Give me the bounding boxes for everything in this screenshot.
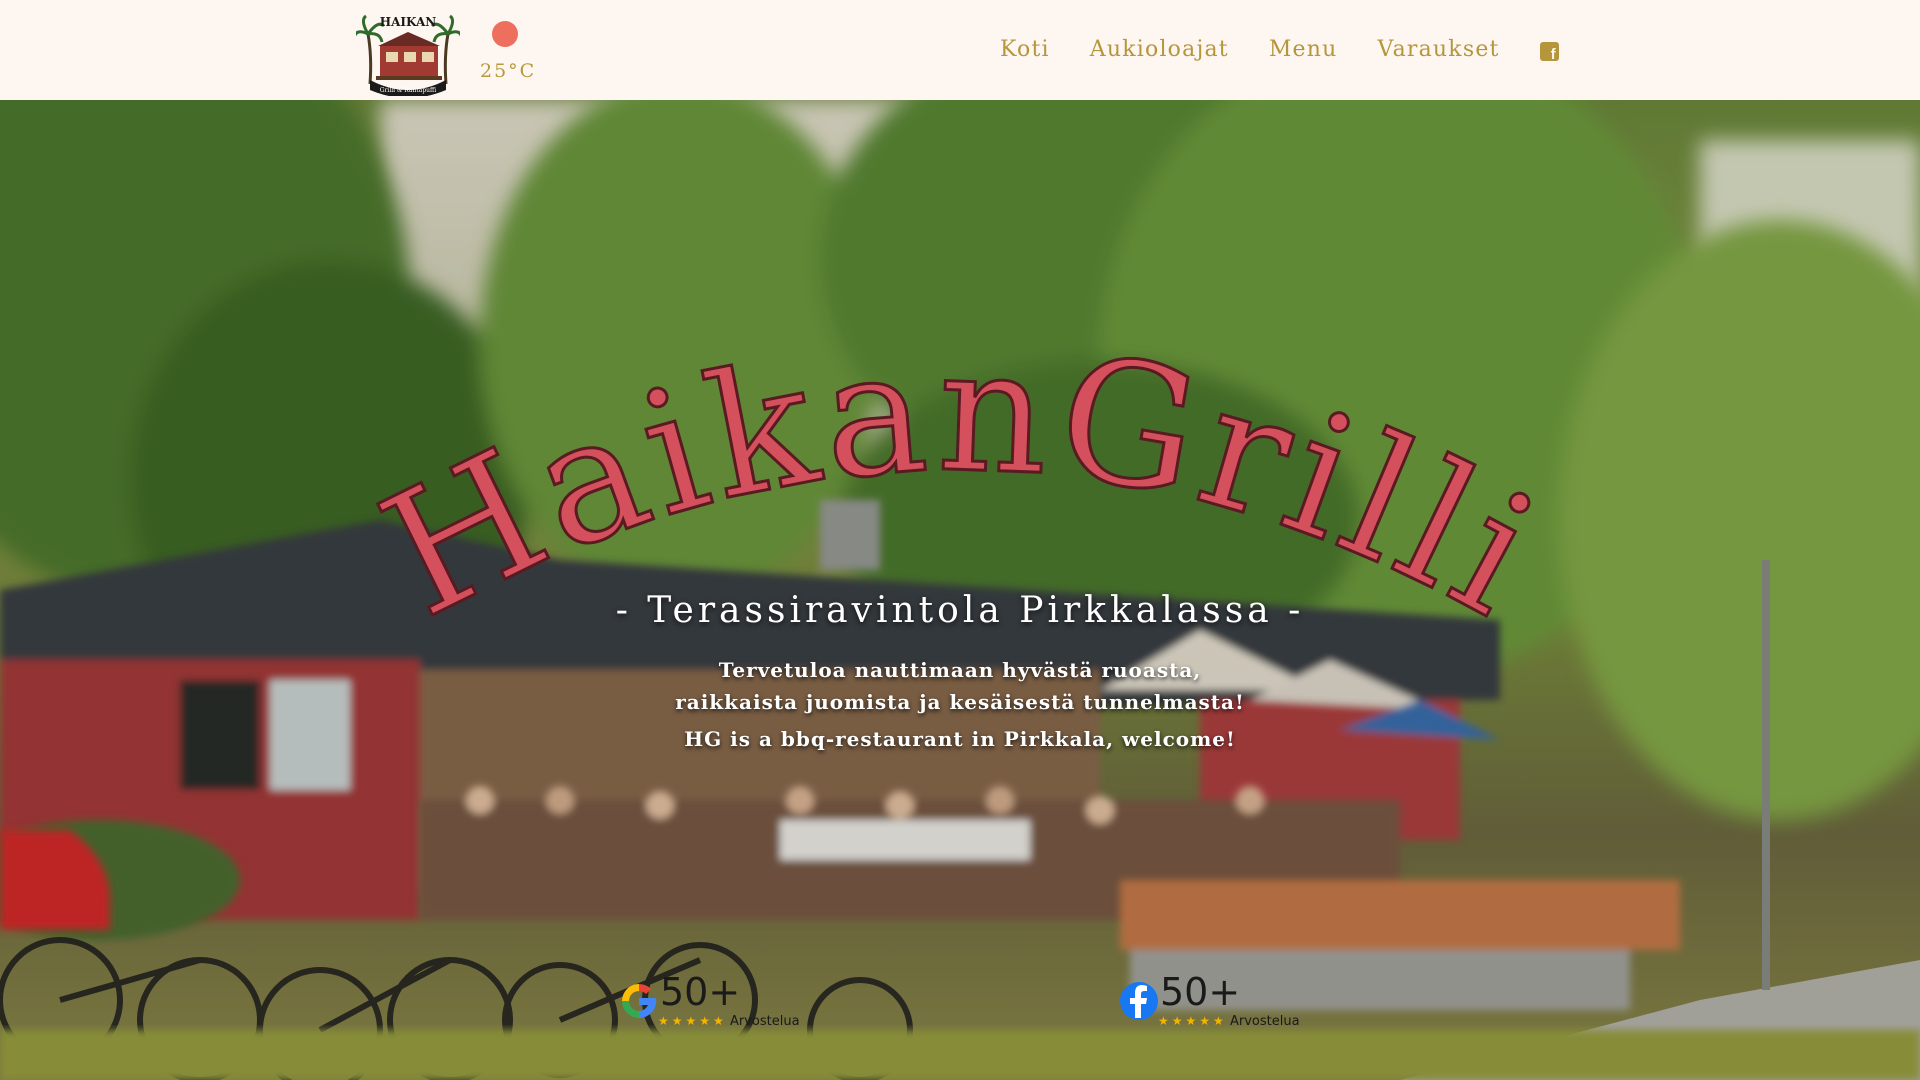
welcome-english: HG is a bbq-restaurant in Pirkkala, welc…	[684, 727, 1236, 751]
facebook-review-count: 50+	[1160, 970, 1241, 1014]
google-review-count: 50+	[660, 970, 741, 1014]
nav-menu[interactable]: Menu	[1269, 34, 1338, 66]
hero-section: HaikanGrilli - Terassiravintola Pirkkala…	[0, 100, 1920, 1080]
nav-aukioloajat[interactable]: Aukioloajat	[1090, 34, 1229, 66]
temperature: 25°C	[480, 60, 537, 82]
weather-widget: 25°C	[474, 18, 544, 88]
hero-subtitle: - Terassiravintola Pirkkalassa -	[615, 590, 1305, 631]
google-review-badge[interactable]: 50+ ★★★★★ Arvostelua	[618, 970, 858, 1040]
facebook-icon	[1120, 982, 1158, 1020]
facebook-review-label: Arvostelua	[1230, 1014, 1300, 1029]
google-star-rating: ★★★★★	[658, 1014, 727, 1028]
welcome-line-2: raikkaista juomista ja kesäisestä tunnel…	[675, 690, 1245, 714]
sun-icon	[492, 21, 518, 47]
nav-koti[interactable]: Koti	[1000, 34, 1050, 66]
welcome-text: Tervetuloa nauttimaan hyvästä ruoasta, r…	[0, 654, 1920, 718]
main-nav: Koti Aukioloajat Menu Varaukset f	[1000, 34, 1559, 66]
haikan-logo[interactable]: Grilli & Rantapuffi HAIKAN	[352, 6, 464, 98]
facebook-star-rating: ★★★★★	[1158, 1014, 1227, 1028]
facebook-icon[interactable]: f	[1539, 41, 1559, 62]
google-icon	[622, 984, 657, 1019]
logo-title: HAIKAN	[380, 15, 437, 29]
site-header: Grilli & Rantapuffi HAIKAN 25°C Koti Auk…	[0, 0, 1920, 100]
facebook-review-badge[interactable]: 50+ ★★★★★ Arvostelua	[1118, 970, 1358, 1040]
hero-title: HaikanGrilli	[353, 310, 1565, 640]
nav-varaukset[interactable]: Varaukset	[1378, 34, 1500, 66]
welcome-line-1: Tervetuloa nauttimaan hyvästä ruoasta,	[718, 658, 1202, 682]
google-review-label: Arvostelua	[730, 1014, 800, 1029]
logo-subtitle: Grilli & Rantapuffi	[380, 87, 437, 94]
